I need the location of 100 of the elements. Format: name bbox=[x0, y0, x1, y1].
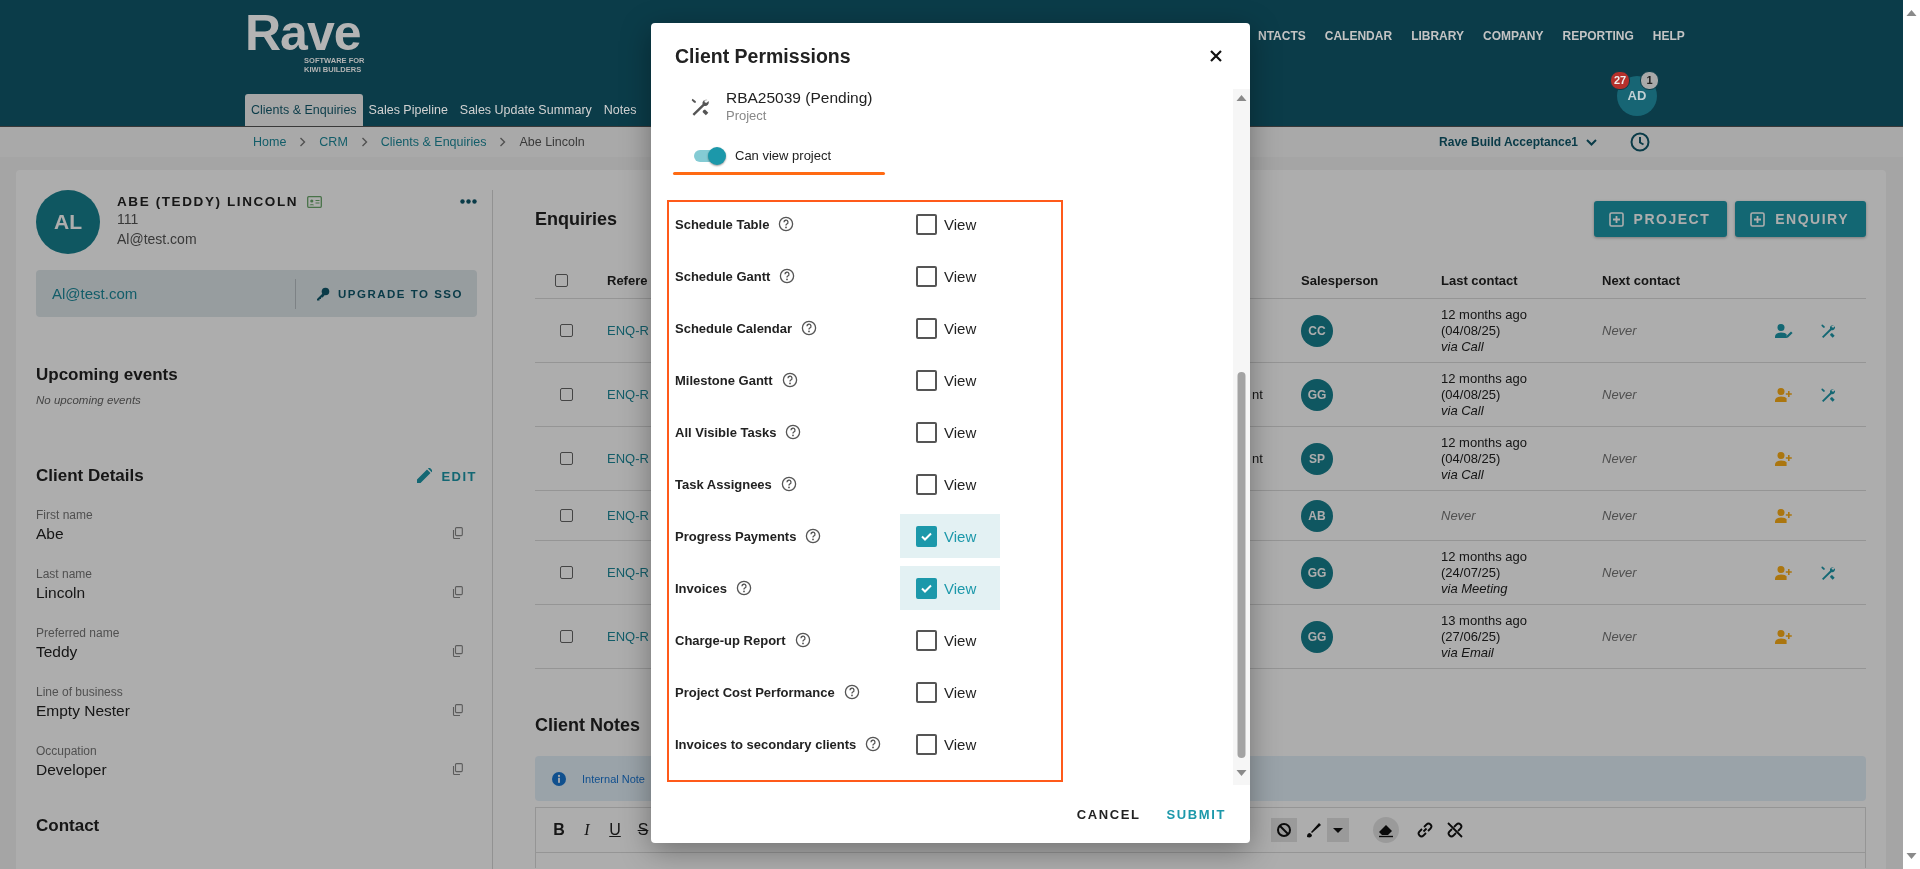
contact-time: 12 months ago bbox=[1441, 548, 1528, 565]
unlink-icon[interactable] bbox=[1445, 820, 1465, 840]
copy-icon[interactable] bbox=[452, 527, 463, 539]
close-icon[interactable] bbox=[1210, 50, 1222, 62]
project-name: RBA25039 (Pending) bbox=[726, 89, 873, 107]
salesperson-avatar: GG bbox=[1301, 620, 1333, 653]
nav-link[interactable]: COMPANY bbox=[1483, 29, 1544, 43]
column-header[interactable]: Salesperson bbox=[1301, 272, 1441, 288]
copy-icon[interactable] bbox=[452, 645, 463, 657]
help-icon[interactable] bbox=[843, 684, 860, 700]
dialog-title: Client Permissions bbox=[675, 44, 851, 68]
logo[interactable]: Rave bbox=[245, 12, 361, 54]
help-icon[interactable] bbox=[794, 632, 811, 648]
help-icon[interactable] bbox=[781, 372, 798, 388]
view-checkbox[interactable]: View bbox=[900, 670, 1000, 714]
format-button[interactable]: I bbox=[580, 821, 594, 839]
empty-message: No upcoming events bbox=[36, 394, 142, 406]
nav-tab[interactable]: Sales Update Summary bbox=[453, 94, 598, 126]
help-icon[interactable] bbox=[780, 476, 797, 492]
nav-link[interactable]: HELP bbox=[1652, 29, 1685, 43]
row-checkbox[interactable] bbox=[560, 452, 573, 465]
copy-icon[interactable] bbox=[452, 763, 463, 775]
view-checkbox[interactable]: View bbox=[900, 358, 1000, 402]
pencil-icon bbox=[416, 468, 433, 484]
nav-tab[interactable]: Clients & Enquiries bbox=[245, 94, 363, 126]
link-icon[interactable] bbox=[1415, 820, 1435, 840]
table-cell-text: Never bbox=[1602, 565, 1638, 580]
more-icon[interactable] bbox=[460, 199, 477, 204]
person-edit-icon[interactable] bbox=[1775, 322, 1793, 339]
nav-link[interactable]: NTACTS bbox=[1258, 29, 1306, 43]
table-cell-text: Never bbox=[1602, 323, 1638, 338]
upgrade-sso-button[interactable]: UPGRADE TO SSO bbox=[316, 282, 463, 305]
permission-label: Invoices to secondary clients bbox=[675, 736, 857, 752]
client-code: 111 bbox=[117, 210, 140, 229]
salesperson-avatar: CC bbox=[1301, 314, 1333, 347]
view-checkbox[interactable]: View bbox=[900, 410, 1000, 454]
help-icon[interactable] bbox=[805, 528, 822, 544]
help-icon[interactable] bbox=[785, 424, 802, 440]
contact-method: via Email bbox=[1441, 644, 1495, 661]
permission-label: Progress Payments bbox=[675, 528, 797, 544]
field-label: First name bbox=[36, 508, 93, 523]
format-button[interactable]: U bbox=[608, 821, 622, 839]
tools-icon bbox=[1820, 386, 1836, 403]
table-cell-text: Never bbox=[1602, 508, 1638, 523]
format-button[interactable]: B bbox=[552, 821, 566, 839]
format-button[interactable]: S bbox=[636, 821, 650, 839]
info-icon bbox=[552, 771, 566, 786]
permission-label: Milestone Gantt bbox=[675, 372, 773, 388]
row-checkbox[interactable] bbox=[560, 388, 573, 401]
view-checkbox[interactable]: View bbox=[900, 306, 1000, 350]
row-checkbox[interactable] bbox=[560, 566, 573, 579]
eraser-icon[interactable] bbox=[1373, 817, 1399, 843]
column-header[interactable]: Last contact bbox=[1441, 272, 1602, 288]
cancel-button[interactable]: CANCEL bbox=[1068, 800, 1149, 828]
row-checkbox[interactable] bbox=[560, 324, 573, 337]
table-cell-text: Never bbox=[1602, 451, 1638, 466]
table-cell-text: Never bbox=[1602, 387, 1638, 402]
row-checkbox[interactable] bbox=[560, 630, 573, 643]
nav-tab[interactable]: Notes bbox=[597, 94, 643, 126]
field-value: Teddy bbox=[36, 642, 79, 662]
view-checkbox[interactable]: View bbox=[900, 722, 1000, 766]
table-cell: nt bbox=[1252, 451, 1263, 466]
contact-date: (04/08/25) bbox=[1441, 450, 1502, 467]
view-checkbox[interactable]: View bbox=[900, 618, 1000, 662]
scrollbar[interactable] bbox=[1233, 89, 1250, 785]
copy-icon[interactable] bbox=[452, 586, 463, 598]
select-all-checkbox[interactable] bbox=[555, 273, 568, 287]
chevron-icon bbox=[499, 137, 507, 147]
brush-icon[interactable] bbox=[1305, 821, 1323, 839]
nav-link[interactable]: REPORTING bbox=[1562, 29, 1634, 43]
view-checkbox[interactable]: View bbox=[900, 462, 1000, 506]
contact-time: 12 months ago bbox=[1441, 370, 1528, 387]
nav-tab[interactable]: Sales Pipeline bbox=[362, 94, 454, 126]
salesperson-avatar: GG bbox=[1301, 378, 1333, 411]
help-icon[interactable] bbox=[801, 320, 818, 336]
row-checkbox[interactable] bbox=[560, 509, 573, 522]
client-avatar: AL bbox=[36, 190, 100, 254]
nav-link[interactable]: CALENDAR bbox=[1324, 29, 1393, 43]
submit-button[interactable]: SUBMIT bbox=[1158, 800, 1234, 828]
nav-link[interactable]: LIBRARY bbox=[1411, 29, 1464, 43]
caret-icon[interactable] bbox=[1327, 818, 1349, 842]
workspace-selector[interactable]: Rave Build Acceptance1 bbox=[1439, 135, 1578, 149]
view-checkbox[interactable]: View bbox=[900, 202, 1000, 246]
chevron-down-icon[interactable] bbox=[1586, 138, 1597, 146]
ban-icon[interactable] bbox=[1271, 818, 1297, 842]
copy-icon[interactable] bbox=[452, 704, 463, 716]
table-cell: nt bbox=[1252, 387, 1263, 402]
help-icon[interactable] bbox=[778, 216, 795, 232]
view-checkbox[interactable]: View bbox=[900, 254, 1000, 298]
count-badge: 1 bbox=[1640, 71, 1659, 90]
column-header[interactable]: Next contact bbox=[1602, 272, 1762, 288]
help-icon[interactable] bbox=[736, 580, 753, 596]
salesperson-avatar: GG bbox=[1301, 556, 1333, 589]
help-icon[interactable] bbox=[779, 268, 796, 284]
client-name: ABE (TEDDY) LINCOLN bbox=[117, 194, 299, 209]
toggle-switch[interactable] bbox=[694, 149, 724, 162]
help-icon[interactable] bbox=[865, 736, 882, 752]
clock-icon[interactable] bbox=[1630, 132, 1650, 152]
contact-method: via Call bbox=[1441, 402, 1485, 419]
field-value: Empty Nester bbox=[36, 701, 130, 721]
